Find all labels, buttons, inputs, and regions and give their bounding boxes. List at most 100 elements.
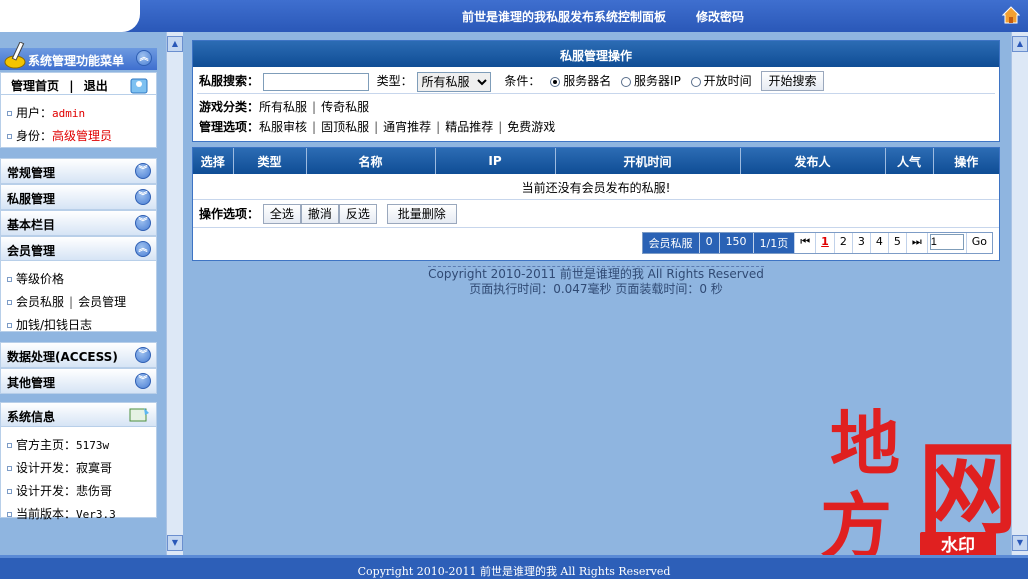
official-site-value[interactable]: 5173w xyxy=(76,439,109,452)
user-row: 用户：admin xyxy=(1,101,156,124)
pager-count: 0 xyxy=(699,233,720,253)
pager-label: 会员私服 xyxy=(642,233,700,253)
goto-page-input[interactable] xyxy=(929,234,964,250)
bullet-icon xyxy=(7,466,12,471)
money-log-link[interactable]: 加钱/扣钱日志 xyxy=(16,318,92,332)
page-1[interactable]: 1 xyxy=(816,233,835,253)
last-page-icon[interactable]: ⏭ xyxy=(907,233,928,253)
sidebar-scrollbar[interactable]: ▲ ▼ xyxy=(166,32,183,555)
home-icon[interactable] xyxy=(1002,6,1020,24)
expand-icon[interactable]: ︾ xyxy=(135,215,151,231)
admin-home-link[interactable]: 管理首页 xyxy=(11,79,59,93)
user-value: admin xyxy=(52,107,86,120)
pager-page-info: 1/1页 xyxy=(753,233,796,253)
bullet-icon xyxy=(7,277,12,282)
go-button[interactable]: Go xyxy=(965,233,992,253)
batch-delete-button[interactable]: 批量删除 xyxy=(386,204,457,224)
left-sidebar: 系统管理功能菜单 ︽ 管理首页 | 退出 用户：admin 身份：高级管理员 常… xyxy=(0,32,166,555)
role-row: 身份：高级管理员 xyxy=(1,124,156,147)
section-label: 常规管理 xyxy=(7,166,56,180)
section-general[interactable]: 常规管理 ︾ xyxy=(0,158,157,184)
bullet-icon xyxy=(7,134,12,139)
premium-link[interactable]: 精品推荐 xyxy=(445,120,493,134)
manage-options-label: 管理选项： xyxy=(199,120,260,134)
search-label: 私服搜索： xyxy=(199,74,260,88)
search-row: 私服搜索： 类型： 所有私服 条件： 服务器名 服务器IP 开放时间 开始搜索 xyxy=(193,67,999,93)
section-members: 会员管理 ︽ 等级价格 会员私服 | 会员管理 加钱/扣钱日志 xyxy=(0,236,157,332)
expand-icon[interactable]: ︾ xyxy=(135,189,151,205)
expand-icon[interactable]: ︾ xyxy=(135,347,151,363)
scroll-down-icon[interactable]: ▼ xyxy=(167,535,183,551)
list-item: 设计开发：悲伤哥 xyxy=(1,479,156,502)
menu-title: 系统管理功能菜单 xyxy=(28,54,125,68)
radio-open-time[interactable] xyxy=(690,76,701,87)
section-private-server[interactable]: 私服管理 ︾ xyxy=(0,184,157,210)
separator: | xyxy=(498,120,503,134)
radio-server-ip[interactable] xyxy=(621,76,632,87)
developer-1: 设计开发：寂寞哥 xyxy=(16,461,113,475)
category-all-link[interactable]: 所有私服 xyxy=(259,100,307,114)
section-other[interactable]: 其他管理 ︾ xyxy=(0,368,157,394)
logo-area xyxy=(0,0,140,32)
separator: | xyxy=(312,120,317,134)
free-games-link[interactable]: 免费游戏 xyxy=(507,120,555,134)
ops-label: 操作选项： xyxy=(199,207,260,221)
member-level-price-link[interactable]: 等级价格 xyxy=(16,272,64,286)
member-manage-link[interactable]: 会员管理 xyxy=(78,295,126,309)
top-links: 管理首页 | 退出 xyxy=(1,73,156,95)
list-item[interactable]: 等级价格 xyxy=(1,267,156,290)
top-bar: 前世是谁理的我私服发布系统控制面板 修改密码 xyxy=(0,0,1028,32)
bullet-icon xyxy=(7,489,12,494)
scroll-up-icon[interactable]: ▲ xyxy=(1012,36,1028,52)
footer-timing: 页面执行时间：0.047毫秒 页面装载时间：0 秒 xyxy=(469,282,723,296)
scroll-up-icon[interactable]: ▲ xyxy=(167,36,183,52)
col-actions: 操作 xyxy=(933,148,999,174)
users-icon xyxy=(130,78,148,94)
collapse-icon[interactable]: ︽ xyxy=(135,241,151,257)
start-search-button[interactable]: 开始搜索 xyxy=(761,71,824,91)
page-4[interactable]: 4 xyxy=(871,233,889,253)
page-3[interactable]: 3 xyxy=(853,233,871,253)
section-header[interactable]: 会员管理 ︽ xyxy=(1,237,156,261)
section-data-processing[interactable]: 数据处理(ACCESS) ︾ xyxy=(0,342,157,368)
member-servers-link[interactable]: 会员私服 xyxy=(16,295,64,309)
list-item[interactable]: 加钱/扣钱日志 xyxy=(1,313,156,336)
expand-icon[interactable]: ︾ xyxy=(135,373,151,389)
pinned-link[interactable]: 固顶私服 xyxy=(321,120,369,134)
section-label: 会员管理 xyxy=(7,244,56,258)
section-basic-columns[interactable]: 基本栏目 ︾ xyxy=(0,210,157,236)
logout-link[interactable]: 退出 xyxy=(84,79,108,93)
section-header: 系统信息 xyxy=(1,403,156,427)
page-5[interactable]: 5 xyxy=(889,233,907,253)
condition-label: 条件： xyxy=(504,74,541,88)
radio-server-name[interactable] xyxy=(550,76,561,87)
audit-link[interactable]: 私服审核 xyxy=(259,120,307,134)
radio-open-time-label[interactable]: 开放时间 xyxy=(704,74,752,88)
radio-server-name-label[interactable]: 服务器名 xyxy=(563,74,611,88)
search-input[interactable] xyxy=(262,72,369,91)
section-label: 私服管理 xyxy=(7,192,56,206)
section-label: 基本栏目 xyxy=(7,218,56,232)
bullet-icon xyxy=(7,323,12,328)
type-select[interactable]: 所有私服 xyxy=(416,71,491,92)
radio-server-ip-label[interactable]: 服务器IP xyxy=(634,74,681,88)
section-label: 其他管理 xyxy=(7,376,56,390)
select-all-button[interactable]: 全选 xyxy=(262,204,301,224)
official-site-label: 官方主页： xyxy=(16,438,77,452)
category-legend-link[interactable]: 传奇私服 xyxy=(321,100,369,114)
change-password-link[interactable]: 修改密码 xyxy=(696,8,744,25)
footer-copyright: Copyright 2010-2011 前世是谁理的我 All Rights R… xyxy=(428,266,764,281)
pen-icon xyxy=(4,42,26,69)
collapse-menu-icon[interactable]: ︽ xyxy=(136,50,152,66)
page-footer: Copyright 2010-2011 前世是谁理的我 All Rights R… xyxy=(192,266,1000,297)
invert-button[interactable]: 反选 xyxy=(338,204,377,224)
panel-title: 私服管理操作 xyxy=(193,41,999,67)
page-2[interactable]: 2 xyxy=(835,233,853,253)
undo-button[interactable]: 撤消 xyxy=(300,204,339,224)
col-open-time: 开机时间 xyxy=(555,148,741,174)
expand-icon[interactable]: ︾ xyxy=(135,163,151,179)
overnight-link[interactable]: 通宵推荐 xyxy=(383,120,431,134)
section-system-info: 系统信息 官方主页：5173w 设计开发：寂寞哥 设计开发：悲伤哥 当前版本：V… xyxy=(0,402,157,521)
first-page-icon[interactable]: ⏮ xyxy=(795,233,817,253)
developer-2: 设计开发：悲伤哥 xyxy=(16,484,113,498)
